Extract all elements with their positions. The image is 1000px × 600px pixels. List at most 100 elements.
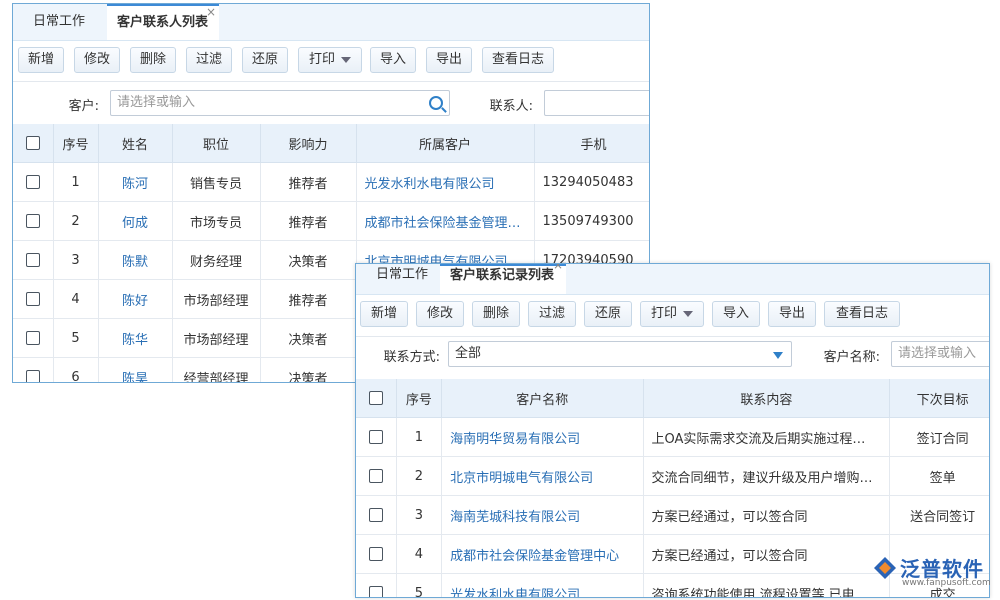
checkbox-box[interactable]: [369, 586, 383, 598]
view-log-button[interactable]: 查看日志: [482, 47, 554, 73]
checkbox-box[interactable]: [26, 136, 40, 150]
checkbox-box[interactable]: [26, 253, 40, 267]
table-row[interactable]: 3 海南芜城科技有限公司 方案已经通过，可以签合同 送合同签订: [356, 496, 990, 535]
add-button[interactable]: 新增: [18, 47, 64, 73]
col-name[interactable]: 姓名: [98, 124, 172, 163]
col-contact-content[interactable]: 联系内容: [643, 379, 890, 418]
contact-name-link[interactable]: 陈昊: [98, 358, 172, 384]
import-button[interactable]: 导入: [712, 301, 760, 327]
print-button[interactable]: 打印: [298, 47, 362, 73]
col-customer-name[interactable]: 客户名称: [442, 379, 643, 418]
row-checkbox[interactable]: [13, 280, 53, 319]
contact-record-window: 日常工作 客户联系记录列表 × 新增 修改 删除 过滤 还原 打印 导入 导出 …: [355, 263, 990, 598]
import-button[interactable]: 导入: [370, 47, 416, 73]
checkbox-box[interactable]: [26, 175, 40, 189]
contact-name-link[interactable]: 何成: [98, 202, 172, 241]
table-header: 序号 姓名 职位 影响力 所属客户 手机: [13, 124, 650, 163]
row-index: 1: [396, 418, 441, 457]
table-row[interactable]: 1 陈河 销售专员 推荐者 光发水利水电有限公司 13294050483: [13, 163, 650, 202]
tab-label: 客户联系人列表: [117, 15, 208, 30]
checkbox-box[interactable]: [369, 508, 383, 522]
checkbox-box[interactable]: [369, 430, 383, 444]
row-checkbox[interactable]: [356, 418, 396, 457]
tab-daily-work[interactable]: 日常工作: [366, 264, 450, 294]
table-row[interactable]: 2 北京市明城电气有限公司 交流合同细节，建议升级及用户增购… 签单: [356, 457, 990, 496]
reset-button[interactable]: 还原: [584, 301, 632, 327]
contact-name-link[interactable]: 陈好: [98, 280, 172, 319]
row-checkbox[interactable]: [356, 457, 396, 496]
col-index: 序号: [396, 379, 441, 418]
customer-link[interactable]: 成都市社会保险基金管理…: [356, 202, 534, 241]
row-checkbox[interactable]: [13, 358, 53, 384]
row-index: 2: [53, 202, 98, 241]
checkbox-box[interactable]: [26, 214, 40, 228]
customer-name-link[interactable]: 北京市明城电气有限公司: [442, 457, 643, 496]
customer-name-link[interactable]: 成都市社会保险基金管理中心: [442, 535, 643, 574]
table-row[interactable]: 1 海南明华贸易有限公司 上OA实际需求交流及后期实施过程… 签订合同: [356, 418, 990, 457]
edit-button[interactable]: 修改: [74, 47, 120, 73]
contact-method-value: 全部: [455, 346, 481, 361]
row-checkbox[interactable]: [13, 241, 53, 280]
close-icon[interactable]: ×: [553, 263, 563, 275]
col-position[interactable]: 职位: [172, 124, 260, 163]
tab-daily-work[interactable]: 日常工作: [23, 4, 107, 40]
tab-label: 日常工作: [33, 14, 85, 29]
customer-name-link[interactable]: 海南明华贸易有限公司: [442, 418, 643, 457]
contact-input[interactable]: [544, 90, 650, 116]
tab-bar: 日常工作 客户联系记录列表 ×: [356, 264, 989, 295]
tab-contact-list[interactable]: 客户联系人列表 ×: [107, 4, 219, 40]
add-button[interactable]: 新增: [360, 301, 408, 327]
customer-name-input[interactable]: 请选择或输入: [891, 341, 990, 367]
row-checkbox[interactable]: [356, 574, 396, 599]
filter-button[interactable]: 过滤: [528, 301, 576, 327]
view-log-button[interactable]: 查看日志: [824, 301, 900, 327]
checkbox-box[interactable]: [26, 370, 40, 383]
print-button[interactable]: 打印: [640, 301, 704, 327]
filter-bar: 联系方式: 全部 客户名称: 请选择或输入: [356, 336, 989, 381]
search-icon[interactable]: [429, 96, 443, 110]
row-checkbox[interactable]: [356, 496, 396, 535]
contact-name-link[interactable]: 陈河: [98, 163, 172, 202]
row-checkbox[interactable]: [13, 319, 53, 358]
col-customer[interactable]: 所属客户: [356, 124, 534, 163]
delete-button[interactable]: 删除: [472, 301, 520, 327]
contact-method-select[interactable]: 全部: [448, 341, 792, 367]
logo-icon: [872, 555, 898, 581]
tab-contact-record-list[interactable]: 客户联系记录列表 ×: [440, 264, 566, 294]
customer-name-link[interactable]: 海南芜城科技有限公司: [442, 496, 643, 535]
close-icon[interactable]: ×: [206, 3, 216, 29]
row-phone: 13509749300: [534, 202, 650, 241]
filter-button[interactable]: 过滤: [186, 47, 232, 73]
export-button[interactable]: 导出: [426, 47, 472, 73]
reset-button[interactable]: 还原: [242, 47, 288, 73]
col-next-goal[interactable]: 下次目标: [890, 379, 990, 418]
checkbox-box[interactable]: [26, 292, 40, 306]
row-checkbox[interactable]: [13, 202, 53, 241]
customer-link[interactable]: 光发水利水电有限公司: [356, 163, 534, 202]
edit-button[interactable]: 修改: [416, 301, 464, 327]
row-index: 4: [53, 280, 98, 319]
checkbox-box[interactable]: [369, 547, 383, 561]
select-all-checkbox[interactable]: [13, 124, 53, 163]
row-checkbox[interactable]: [356, 535, 396, 574]
brand-logo: 泛普软件 www.fanpusoft.com: [872, 551, 992, 591]
table-row[interactable]: 2 何成 市场专员 推荐者 成都市社会保险基金管理… 13509749300: [13, 202, 650, 241]
customer-name-placeholder: 请选择或输入: [898, 346, 976, 361]
customer-name-link[interactable]: 光发水利水电有限公司: [442, 574, 643, 599]
contact-name-link[interactable]: 陈华: [98, 319, 172, 358]
delete-button[interactable]: 删除: [130, 47, 176, 73]
contact-name-link[interactable]: 陈默: [98, 241, 172, 280]
chevron-down-icon[interactable]: [773, 352, 783, 359]
checkbox-box[interactable]: [26, 331, 40, 345]
checkbox-box[interactable]: [369, 469, 383, 483]
col-influence[interactable]: 影响力: [260, 124, 356, 163]
customer-name-label: 客户名称:: [808, 346, 880, 365]
export-button[interactable]: 导出: [768, 301, 816, 327]
customer-search-input[interactable]: 请选择或输入: [110, 90, 450, 116]
col-phone[interactable]: 手机: [534, 124, 650, 163]
row-checkbox[interactable]: [13, 163, 53, 202]
row-influence: 推荐者: [260, 202, 356, 241]
contact-method-label: 联系方式:: [370, 346, 440, 365]
checkbox-box[interactable]: [369, 391, 383, 405]
select-all-checkbox[interactable]: [356, 379, 396, 418]
